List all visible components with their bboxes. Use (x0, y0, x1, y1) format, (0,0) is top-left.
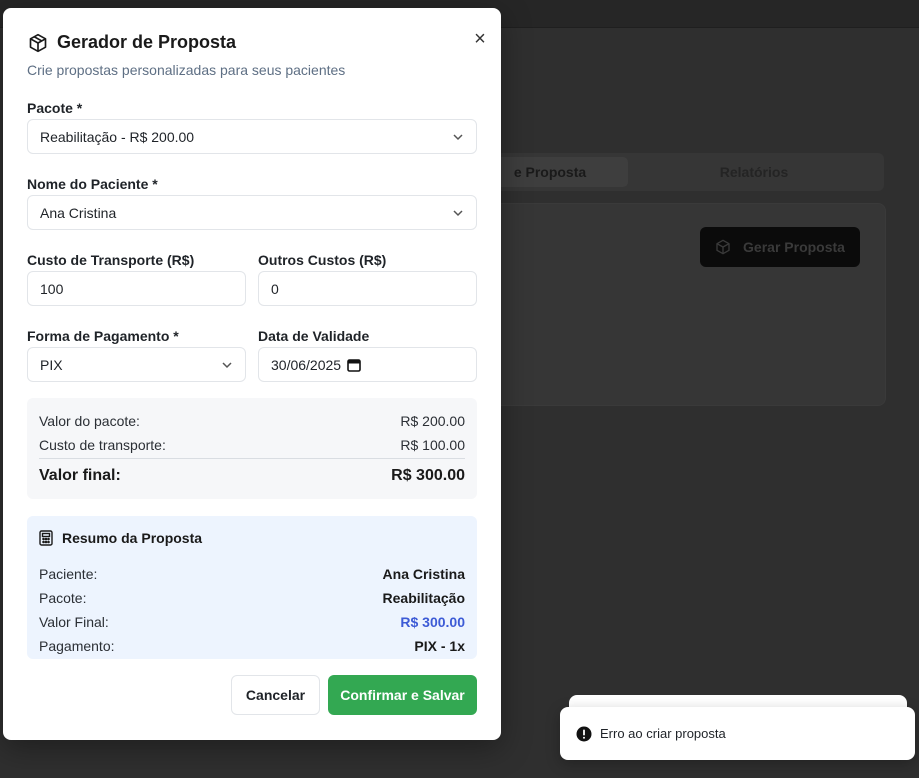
other-costs-label: Outros Custos (R$) (258, 252, 387, 268)
validity-date-value: 30/06/2025 (271, 356, 342, 373)
payment-label: Forma de Pagamento * (27, 328, 179, 344)
calendar-icon[interactable] (347, 358, 361, 372)
generate-proposal-button[interactable]: Gerar Proposta (700, 227, 860, 267)
transport-input[interactable]: 100 (27, 271, 246, 306)
summary-final-label: Valor Final: (39, 614, 109, 630)
package-value-label: Valor do pacote: (39, 413, 140, 429)
chevron-down-icon (222, 361, 232, 368)
cost-breakdown: Valor do pacote: R$ 200.00 Custo de tran… (27, 398, 477, 499)
transport-value: R$ 100.00 (400, 437, 465, 453)
transport-input-value: 100 (40, 280, 64, 297)
cancel-button[interactable]: Cancelar (231, 675, 320, 715)
summary-patient-row: Paciente: Ana Cristina (39, 566, 465, 582)
confirm-save-button[interactable]: Confirmar e Salvar (328, 675, 477, 715)
close-icon[interactable]: × (469, 28, 491, 50)
patient-label: Nome do Paciente * (27, 176, 158, 192)
package-icon (29, 33, 47, 52)
tab-relatorios[interactable]: Relatórios (640, 157, 868, 187)
patient-select-value: Ana Cristina (40, 204, 117, 221)
summary-package-value: Reabilitação (382, 590, 465, 606)
final-value-label: Valor final: (39, 467, 121, 484)
other-costs-input-value: 0 (271, 280, 279, 297)
modal-title-text: Gerador de Proposta (57, 32, 237, 52)
package-select-value: Reabilitação - R$ 200.00 (40, 128, 195, 145)
payment-select-value: PIX (40, 356, 63, 373)
chevron-down-icon (453, 209, 463, 216)
summary-payment-value: PIX - 1x (414, 638, 465, 654)
final-value: R$ 300.00 (391, 467, 465, 484)
payment-select[interactable]: PIX (27, 347, 246, 382)
alert-circle-icon (576, 726, 592, 741)
package-value-row: Valor do pacote: R$ 200.00 (39, 413, 465, 429)
generate-proposal-label: Gerar Proposta (743, 239, 845, 255)
divider (39, 458, 465, 459)
summary-package-row: Pacote: Reabilitação (39, 590, 465, 606)
transport-value-row: Custo de transporte: R$ 100.00 (39, 437, 465, 453)
proposal-modal: × Gerador de Proposta Crie propostas per… (3, 8, 501, 740)
summary-final-value: R$ 300.00 (400, 614, 465, 630)
summary-payment-label: Pagamento: (39, 638, 115, 654)
summary-final-row: Valor Final: R$ 300.00 (39, 614, 465, 630)
package-select[interactable]: Reabilitação - R$ 200.00 (27, 119, 477, 154)
transport-value-label: Custo de transporte: (39, 437, 166, 453)
summary-package-label: Pacote: (39, 590, 87, 606)
error-toast[interactable]: Erro ao criar proposta (560, 707, 915, 760)
summary-title: Resumo da Proposta (39, 530, 202, 546)
summary-payment-row: Pagamento: PIX - 1x (39, 638, 465, 654)
package-icon (716, 239, 730, 255)
summary-patient-label: Paciente: (39, 566, 98, 582)
calculator-icon (39, 530, 53, 546)
final-value-row: Valor final: R$ 300.00 (39, 467, 465, 485)
proposal-summary: Resumo da Proposta Paciente: Ana Cristin… (27, 516, 477, 659)
toast-message: Erro ao criar proposta (600, 726, 726, 741)
modal-title: Gerador de Proposta (28, 32, 236, 53)
validity-label: Data de Validade (258, 328, 370, 344)
transport-label: Custo de Transporte (R$) (27, 252, 195, 268)
summary-patient-value: Ana Cristina (382, 566, 465, 582)
other-costs-input[interactable]: 0 (258, 271, 477, 306)
patient-select[interactable]: Ana Cristina (27, 195, 477, 230)
summary-title-text: Resumo da Proposta (62, 530, 203, 546)
modal-subtitle: Crie propostas personalizadas para seus … (27, 62, 346, 78)
validity-date-input[interactable]: 30/06/2025 (258, 347, 477, 382)
package-label: Pacote * (27, 100, 83, 116)
package-value: R$ 200.00 (400, 413, 465, 429)
chevron-down-icon (453, 133, 463, 140)
